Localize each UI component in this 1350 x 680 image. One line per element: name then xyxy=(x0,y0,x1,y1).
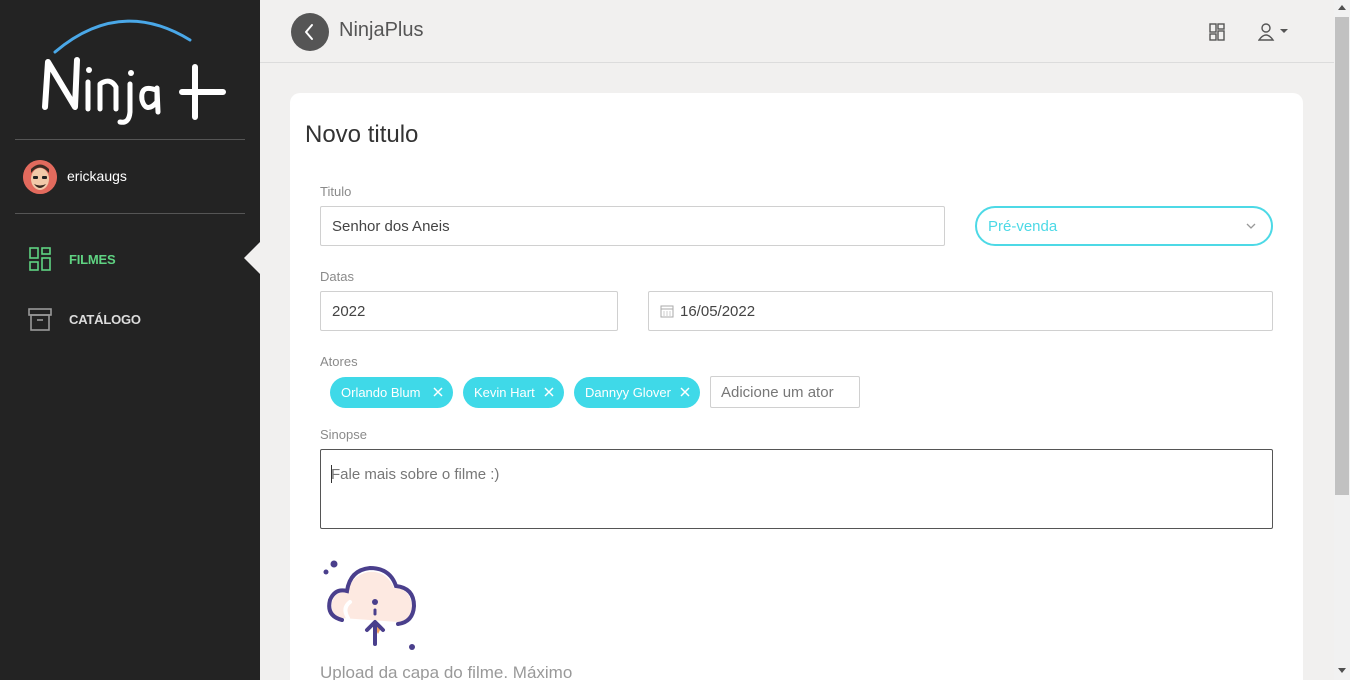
status-select[interactable]: Pré-venda xyxy=(975,206,1273,246)
sidebar-item-label: CATÁLOGO xyxy=(69,311,141,327)
sidebar-divider xyxy=(15,213,245,214)
app-title: NinjaPlus xyxy=(339,19,424,41)
actor-chip-label: Orlando Blum xyxy=(341,385,421,400)
close-icon[interactable] xyxy=(432,386,444,398)
actor-chip: Orlando Blum xyxy=(330,377,453,408)
cloud-upload-icon[interactable] xyxy=(320,558,420,653)
avatar[interactable] xyxy=(23,160,57,194)
close-icon[interactable] xyxy=(679,386,691,398)
add-actor-placeholder: Adicione um ator xyxy=(721,383,834,401)
title-input[interactable]: Senhor dos Aneis xyxy=(320,206,945,246)
archive-box-icon xyxy=(28,308,52,331)
sidebar-item-label: FILMES xyxy=(69,251,116,267)
dates-label: Datas xyxy=(320,269,354,284)
release-date-input[interactable]: 16/05/2022 xyxy=(648,291,1273,331)
close-icon[interactable] xyxy=(543,386,555,398)
scroll-up-arrow-icon[interactable] xyxy=(1338,5,1346,10)
release-date-value: 16/05/2022 xyxy=(680,302,756,320)
sidebar: erickaugs FILMES CATÁLOGO xyxy=(0,0,260,680)
page-title: Novo titulo xyxy=(305,121,419,148)
dashboard-icon xyxy=(29,247,51,271)
synopsis-label: Sinopse xyxy=(320,427,367,442)
sidebar-username: erickaugs xyxy=(67,168,127,184)
upload-instructions: Upload da capa do filme. Máximo xyxy=(320,663,573,680)
actor-chip-label: Dannyy Glover xyxy=(585,385,671,400)
user-menu-icon[interactable] xyxy=(1258,22,1290,42)
sidebar-item-catalogo[interactable]: CATÁLOGO xyxy=(28,306,141,332)
actor-chip: Kevin Hart xyxy=(463,377,564,408)
sidebar-item-filmes[interactable]: FILMES xyxy=(28,246,116,272)
scroll-thumb[interactable] xyxy=(1335,17,1349,495)
actor-chip-label: Kevin Hart xyxy=(474,385,535,400)
grid-icon[interactable] xyxy=(1209,22,1225,42)
year-input[interactable]: 2022 xyxy=(320,291,618,331)
active-indicator xyxy=(244,242,260,274)
ninjaplus-logo[interactable] xyxy=(30,12,230,127)
title-input-value: Senhor dos Aneis xyxy=(332,217,450,235)
back-button[interactable] xyxy=(291,13,329,51)
title-label: Titulo xyxy=(320,184,352,199)
actor-chip: Dannyy Glover xyxy=(574,377,700,408)
add-actor-input[interactable]: Adicione um ator xyxy=(710,376,860,408)
actors-label: Atores xyxy=(320,354,358,369)
top-header: NinjaPlus xyxy=(260,0,1334,63)
sidebar-divider xyxy=(15,139,245,140)
text-caret xyxy=(331,465,332,483)
chevron-left-icon xyxy=(305,24,313,40)
scroll-down-arrow-icon[interactable] xyxy=(1338,668,1346,673)
calendar-icon xyxy=(660,305,674,318)
page-scrollbar[interactable] xyxy=(1334,0,1350,680)
synopsis-placeholder: Fale mais sobre o filme :) xyxy=(331,466,500,483)
status-select-value: Pré-venda xyxy=(988,217,1058,235)
chevron-down-icon xyxy=(1246,223,1256,229)
form-card: Novo titulo Titulo Senhor dos Aneis Pré-… xyxy=(290,93,1303,680)
synopsis-textarea[interactable]: Fale mais sobre o filme :) xyxy=(320,449,1273,529)
year-input-value: 2022 xyxy=(332,302,366,320)
